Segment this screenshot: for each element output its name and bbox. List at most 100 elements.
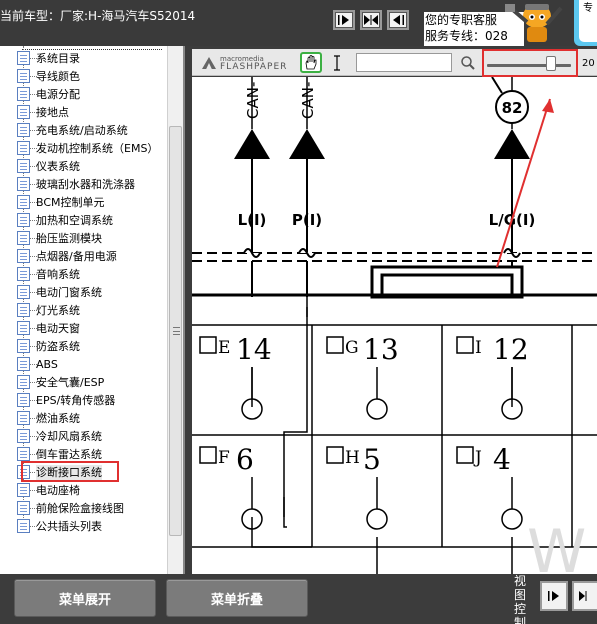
- pin-wire-2: [283, 297, 308, 528]
- tree-item-label: 公共插头列表: [36, 520, 102, 533]
- document-icon: [17, 105, 30, 119]
- tree-item[interactable]: 安全气囊/ESP: [0, 374, 167, 392]
- wire-label-2: P(I): [292, 211, 322, 229]
- promo-badge: 专: [574, 0, 597, 46]
- view-fit-button[interactable]: [572, 581, 597, 611]
- tree-item[interactable]: BCM控制单元: [0, 194, 167, 212]
- pin-grid: E 14 G 13 I 12 F 6 H 5 J 4: [199, 333, 529, 530]
- tree-item[interactable]: 电动座椅: [0, 482, 167, 500]
- play-icon: [548, 591, 559, 601]
- pin-checkbox: [456, 336, 474, 354]
- tree-item[interactable]: 点烟器/备用电源: [0, 248, 167, 266]
- selection-highlight-box: [21, 461, 119, 482]
- tree-item-label: 冷却风扇系统: [36, 430, 102, 443]
- system-tree: 系统目录导线颜色电源分配接地点 充电系统/启动系统发动机控制系统（EMS） 仪表系统…: [0, 46, 167, 574]
- prev-page-button[interactable]: [387, 10, 409, 30]
- document-icon: [17, 249, 30, 263]
- view-next-button[interactable]: [540, 581, 568, 611]
- back-icon: [393, 15, 404, 25]
- tree-item-label: 发动机控制系统（EMS）: [36, 142, 159, 155]
- pin-checkbox: [199, 446, 217, 464]
- document-icon: [17, 69, 30, 83]
- tree-item[interactable]: 前舱保险盒接线图: [0, 500, 167, 518]
- document-icon: [17, 177, 30, 191]
- tree-item[interactable]: 充电系统/启动系统: [0, 122, 167, 140]
- pin-letter: F: [218, 448, 230, 468]
- pin-letter: G: [345, 338, 359, 358]
- tree-item-label: 防盗系统: [36, 340, 80, 353]
- document-icon: [17, 393, 30, 407]
- tree-item-label: 电动门窗系统: [36, 286, 102, 299]
- tree-item-label: 灯光系统: [36, 304, 80, 317]
- zoom-highlight-box: [482, 49, 578, 77]
- tree-item[interactable]: 发动机控制系统（EMS）: [0, 140, 167, 158]
- tree-item[interactable]: 系统目录: [0, 50, 167, 68]
- tree-item[interactable]: 公共插头列表: [0, 518, 167, 536]
- search-icon[interactable]: [460, 55, 476, 71]
- connector-arrow-2: [289, 129, 325, 159]
- pin-number: 14: [236, 333, 272, 366]
- scrollbar-thumb[interactable]: [169, 126, 182, 536]
- document-icon: [17, 51, 30, 65]
- pin-number: 13: [363, 333, 399, 366]
- document-icon: [17, 159, 30, 173]
- document-icon: [17, 339, 30, 353]
- hand-icon: [305, 55, 317, 70]
- tree-item-label: 安全气囊/ESP: [36, 376, 105, 389]
- menu-collapse-button[interactable]: 菜单折叠: [166, 579, 308, 617]
- pin-letter: E: [218, 338, 230, 358]
- tree-item[interactable]: 胎压监测模块: [0, 230, 167, 248]
- tree-item-label: 倒车雷达系统: [36, 448, 102, 461]
- tree-item[interactable]: 电动天窗: [0, 320, 167, 338]
- tree-item-label: 导线颜色: [36, 70, 80, 83]
- wire-label-1: L(I): [238, 211, 267, 229]
- sidebar-scrollbar[interactable]: [167, 46, 183, 574]
- pin-checkbox: [326, 336, 344, 354]
- tree-item[interactable]: 玻璃刮水器和洗涤器: [0, 176, 167, 194]
- document-icon: [17, 123, 30, 137]
- tree-item[interactable]: 导线颜色: [0, 68, 167, 86]
- tree-item[interactable]: EPS/转角传感器: [0, 392, 167, 410]
- document-icon: [17, 447, 30, 461]
- tree-item[interactable]: 冷却风扇系统: [0, 428, 167, 446]
- circle-marker-number: 82: [502, 99, 523, 117]
- find-input[interactable]: [356, 53, 452, 72]
- tree-item[interactable]: 接地点: [0, 104, 167, 122]
- document-icon: [17, 483, 30, 497]
- promo-text: 专: [579, 0, 597, 42]
- pin-checkbox: [199, 336, 217, 354]
- tree-item-label: 点烟器/备用电源: [36, 250, 117, 263]
- wire-route-2: [283, 307, 308, 517]
- document-icon: [17, 429, 30, 443]
- tree-item[interactable]: 仪表系统: [0, 158, 167, 176]
- view-control-label: 视图控制: [514, 574, 527, 624]
- pin-checkbox: [456, 446, 474, 464]
- tree-item-label: 前舱保险盒接线图: [36, 502, 124, 515]
- tree-item[interactable]: 燃油系统: [0, 410, 167, 428]
- tree-item[interactable]: ABS: [0, 356, 167, 374]
- fit-page-button[interactable]: [360, 10, 382, 30]
- flashpaper-toolbar: macromedia FLASHPAPER 20: [192, 49, 597, 77]
- tree-item-label: 仪表系统: [36, 160, 80, 173]
- app-window: 当前车型：厂家:H-海马汽车S52014 您的专职客服 服务专线：028 专 系…: [0, 0, 597, 624]
- tree-item[interactable]: 电源分配: [0, 86, 167, 104]
- tree-item[interactable]: 加热和空调系统: [0, 212, 167, 230]
- tree-item-label: 电源分配: [36, 88, 80, 101]
- menu-expand-button[interactable]: 菜单展开: [14, 579, 156, 617]
- hand-tool-button[interactable]: [300, 52, 322, 73]
- document-icon: [17, 285, 30, 299]
- tree-item[interactable]: 音响系统: [0, 266, 167, 284]
- tree-item[interactable]: 灯光系统: [0, 302, 167, 320]
- tree-item-label: 电动座椅: [36, 484, 80, 497]
- tree-item[interactable]: 防盗系统: [0, 338, 167, 356]
- wiring-diagram: CAN- CAN- 82 L(I) P(I) L/G(I) E 14 G 13 …: [192, 77, 597, 574]
- annotation-arrow-head: [542, 99, 554, 113]
- next-page-button[interactable]: [333, 10, 355, 30]
- document-icon: [17, 231, 30, 245]
- play-icon: [338, 15, 349, 25]
- tree-item[interactable]: 电动门窗系统: [0, 284, 167, 302]
- flashpaper-logo: macromedia FLASHPAPER: [200, 53, 290, 73]
- tree-item-label: 加热和空调系统: [36, 214, 113, 227]
- text-select-icon[interactable]: [331, 53, 343, 73]
- tree-item-label: 音响系统: [36, 268, 80, 281]
